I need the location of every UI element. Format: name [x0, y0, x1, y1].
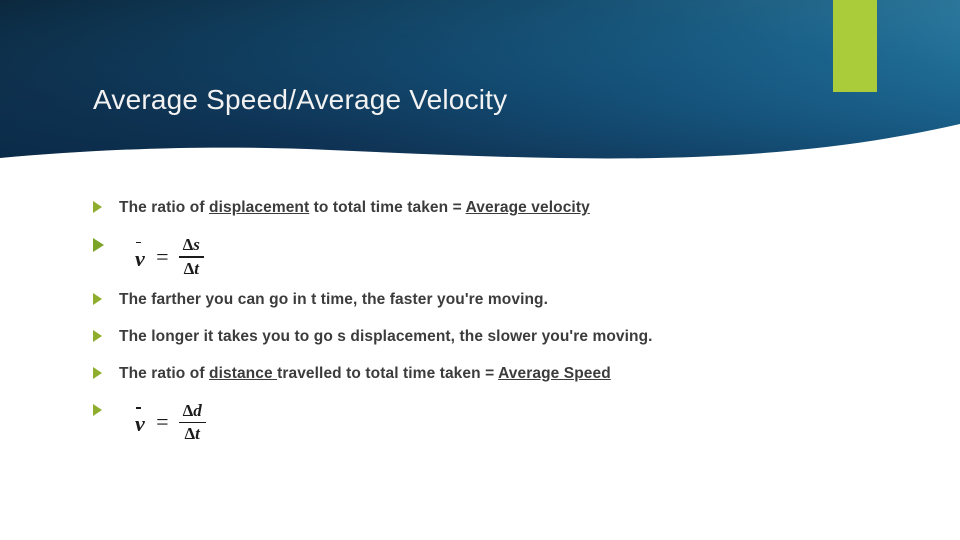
bullet-seg-underlined: Average velocity	[466, 199, 590, 216]
formula-lhs: v	[135, 242, 145, 272]
list-item: The ratio of distance travelled to total…	[93, 364, 883, 390]
bullet-seg: The ratio of	[119, 199, 209, 216]
green-accent-rectangle	[833, 0, 877, 92]
triangle-bullet-icon	[93, 327, 119, 342]
list-item: The farther you can go in t time, the fa…	[93, 290, 883, 316]
triangle-bullet-icon	[93, 198, 119, 213]
formula-average-velocity: v = Δs Δt	[119, 235, 883, 279]
list-item: The ratio of displacement to total time …	[93, 198, 883, 224]
bullet-seg: The ratio of	[119, 365, 209, 382]
triangle-bullet-icon	[93, 290, 119, 305]
denominator-var: t	[194, 259, 199, 278]
bullet-text-1: The ratio of displacement to total time …	[119, 198, 883, 217]
triangle-bullet-icon	[93, 401, 119, 416]
delta-symbol: Δ	[185, 424, 196, 443]
delta-symbol: Δ	[183, 401, 194, 420]
denominator-var: t	[195, 424, 200, 443]
triangle-bullet-icon	[93, 364, 119, 379]
numerator-var: s	[193, 235, 200, 254]
formula-numerator: Δd	[179, 401, 206, 422]
formula-lhs-symbol: v	[135, 411, 145, 436]
list-item: v = Δd Δt	[93, 401, 883, 445]
formula-equals: =	[155, 244, 170, 270]
numerator-var: d	[193, 401, 202, 420]
delta-symbol: Δ	[184, 259, 195, 278]
bullet-text-4: The longer it takes you to go s displace…	[119, 327, 883, 346]
triangle-bullet-icon	[93, 235, 119, 252]
bullet-seg: travelled to total time taken =	[277, 365, 498, 382]
formula-denominator: Δt	[179, 423, 206, 444]
formula-average-speed: v = Δd Δt	[119, 401, 883, 445]
bullet-seg-underlined: displacement	[209, 199, 309, 216]
list-item: v = Δs Δt	[93, 235, 883, 279]
slide-title: Average Speed/Average Velocity	[93, 84, 853, 116]
formula-fraction: Δd Δt	[179, 401, 206, 445]
formula-lhs-symbol: v	[135, 246, 145, 271]
slide-body: The ratio of displacement to total time …	[93, 198, 883, 455]
formula-equals: =	[155, 409, 170, 435]
overbar	[136, 242, 141, 244]
bullet-text-3: The farther you can go in t time, the fa…	[119, 290, 883, 309]
formula-numerator: Δs	[179, 235, 204, 256]
delta-symbol: Δ	[183, 235, 194, 254]
bullet-seg-underlined: distance	[209, 365, 277, 382]
formula-lhs: v	[135, 407, 145, 437]
bullet-seg: to total time taken =	[309, 199, 465, 216]
formula-fraction: Δs Δt	[179, 235, 204, 279]
slide: Average Speed/Average Velocity The ratio…	[0, 0, 960, 540]
formula-denominator: Δt	[179, 258, 204, 279]
bullet-text-5: The ratio of distance travelled to total…	[119, 364, 883, 383]
overbar	[136, 407, 141, 409]
bullet-seg-underlined: Average Speed	[498, 365, 611, 382]
list-item: The longer it takes you to go s displace…	[93, 327, 883, 353]
